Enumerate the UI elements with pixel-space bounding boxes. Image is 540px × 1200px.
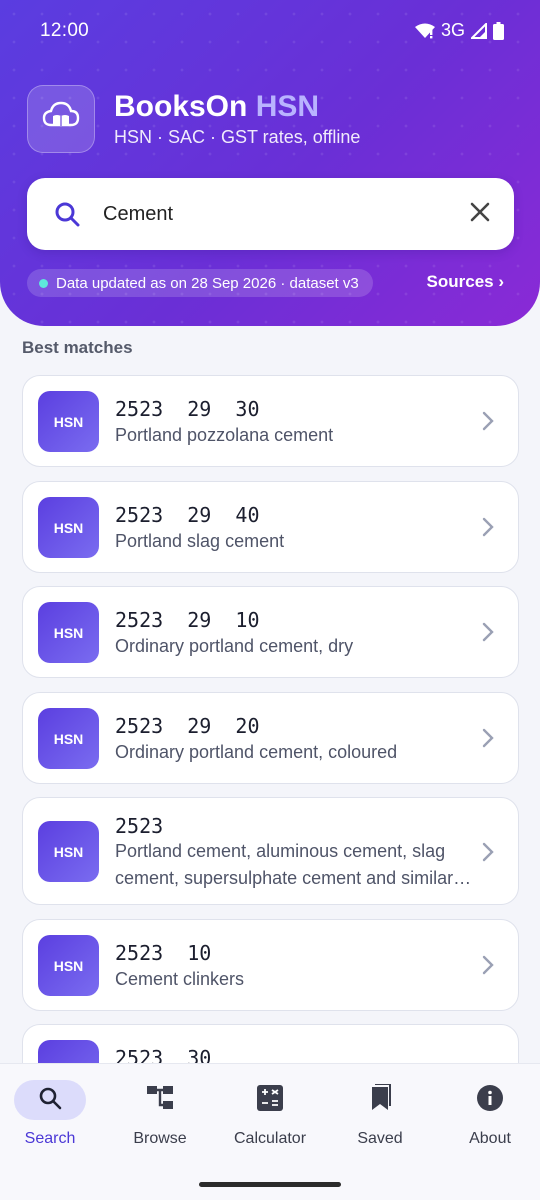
result-card[interactable]: HSN 2523 10 Cement clinkers bbox=[22, 919, 519, 1011]
nav-label: Browse bbox=[133, 1130, 187, 1147]
app-title-brand: BooksOn bbox=[114, 90, 248, 123]
chevron-right-icon bbox=[482, 728, 494, 752]
nav-search[interactable]: Search bbox=[0, 1080, 104, 1148]
nav-calculator-pill bbox=[234, 1080, 306, 1120]
search-bar[interactable] bbox=[27, 178, 514, 250]
result-code: 2523 29 40 bbox=[115, 503, 260, 527]
result-code: 2523 bbox=[115, 814, 164, 838]
hsn-badge: HSN bbox=[38, 497, 99, 558]
nav-browse-pill bbox=[124, 1080, 196, 1120]
sources-link[interactable]: Sources › bbox=[427, 272, 504, 292]
result-code: 2523 29 30 bbox=[115, 397, 260, 421]
data-updated-badge: Data updated as on 28 Sep 2026 · dataset… bbox=[27, 269, 373, 297]
nav-saved-pill bbox=[344, 1080, 416, 1120]
tree-icon bbox=[146, 1085, 174, 1115]
chevron-right-icon bbox=[482, 842, 494, 866]
result-description: Ordinary portland cement, coloured bbox=[115, 742, 398, 762]
app-subtitle: HSN · SAC · GST rates, offline bbox=[114, 127, 361, 147]
status-time: 12:00 bbox=[40, 20, 90, 41]
nav-about-pill bbox=[454, 1080, 526, 1120]
hsn-badge: HSN bbox=[38, 602, 99, 663]
bookmark-icon bbox=[368, 1083, 392, 1116]
nav-saved[interactable]: Saved bbox=[326, 1080, 434, 1148]
search-icon bbox=[38, 1086, 62, 1114]
result-card[interactable]: HSN 2523 30 bbox=[22, 1024, 519, 1063]
nav-label: Calculator bbox=[233, 1130, 307, 1147]
status-icons: 3G bbox=[414, 20, 504, 41]
result-code: 2523 29 10 bbox=[115, 608, 260, 632]
app-title: BooksOn HSN bbox=[114, 90, 319, 124]
result-description: Ordinary portland cement, dry bbox=[115, 636, 354, 656]
hsn-badge: HSN bbox=[38, 821, 99, 882]
result-description: Cement clinkers bbox=[115, 969, 245, 989]
status-dot-icon bbox=[39, 278, 48, 288]
close-icon bbox=[470, 202, 490, 226]
chevron-right-icon bbox=[482, 622, 494, 646]
bottom-navigation: Search Browse Calculator Saved About bbox=[0, 1063, 540, 1200]
result-card[interactable]: HSN 2523 29 20 Ordinary portland cement,… bbox=[22, 692, 519, 784]
result-card[interactable]: HSN 2523 Portland cement, aluminous ceme… bbox=[22, 797, 519, 905]
signal-icon bbox=[471, 22, 487, 39]
nav-label: Search bbox=[24, 1130, 76, 1147]
chevron-right-icon bbox=[482, 517, 494, 541]
result-code: 2523 29 20 bbox=[115, 714, 260, 738]
info-icon bbox=[477, 1085, 503, 1115]
chevron-right-icon bbox=[482, 411, 494, 435]
result-description: Portland slag cement bbox=[115, 531, 285, 551]
hsn-badge: HSN bbox=[38, 935, 99, 996]
search-icon bbox=[35, 201, 99, 227]
nav-search-pill bbox=[14, 1080, 86, 1120]
hsn-badge: HSN bbox=[38, 1040, 99, 1063]
battery-icon bbox=[493, 21, 504, 40]
results-list[interactable]: HSN 2523 29 30 Portland pozzolana cement… bbox=[22, 375, 519, 1063]
nav-about[interactable]: About bbox=[436, 1080, 540, 1148]
result-description: Portland cement, aluminous cement, slag … bbox=[115, 841, 454, 888]
cloud-book-icon bbox=[42, 100, 80, 138]
app-title-suffix: HSN bbox=[247, 90, 320, 123]
chevron-right-icon bbox=[482, 955, 494, 979]
result-description: Portland pozzolana cement bbox=[115, 425, 334, 445]
result-card[interactable]: HSN 2523 29 30 Portland pozzolana cement bbox=[22, 375, 519, 467]
hsn-badge: HSN bbox=[38, 708, 99, 769]
search-input[interactable] bbox=[99, 202, 450, 226]
nav-browse[interactable]: Browse bbox=[106, 1080, 214, 1148]
gesture-handle[interactable] bbox=[199, 1182, 341, 1187]
calculator-icon bbox=[257, 1085, 283, 1115]
result-code: 2523 30 bbox=[115, 1046, 212, 1063]
result-card[interactable]: HSN 2523 29 10 Ordinary portland cement,… bbox=[22, 586, 519, 678]
network-type: 3G bbox=[440, 20, 465, 40]
result-code: 2523 10 bbox=[115, 941, 212, 965]
clear-search-button[interactable] bbox=[450, 184, 510, 244]
result-card[interactable]: HSN 2523 29 40 Portland slag cement bbox=[22, 481, 519, 573]
section-title: Best matches bbox=[22, 338, 133, 357]
status-bar: 12:00 3G bbox=[0, 0, 540, 64]
data-updated-text: Data updated as on 28 Sep 2026 · dataset… bbox=[56, 274, 359, 292]
nav-calculator[interactable]: Calculator bbox=[216, 1080, 324, 1148]
nav-label: Saved bbox=[357, 1130, 403, 1147]
app-header: 12:00 3G BooksOn HSN HSN · SAC · GST rat… bbox=[0, 0, 540, 326]
app-logo bbox=[27, 85, 95, 153]
wifi-icon bbox=[414, 23, 435, 39]
hsn-badge: HSN bbox=[38, 391, 99, 452]
nav-label: About bbox=[469, 1130, 511, 1147]
